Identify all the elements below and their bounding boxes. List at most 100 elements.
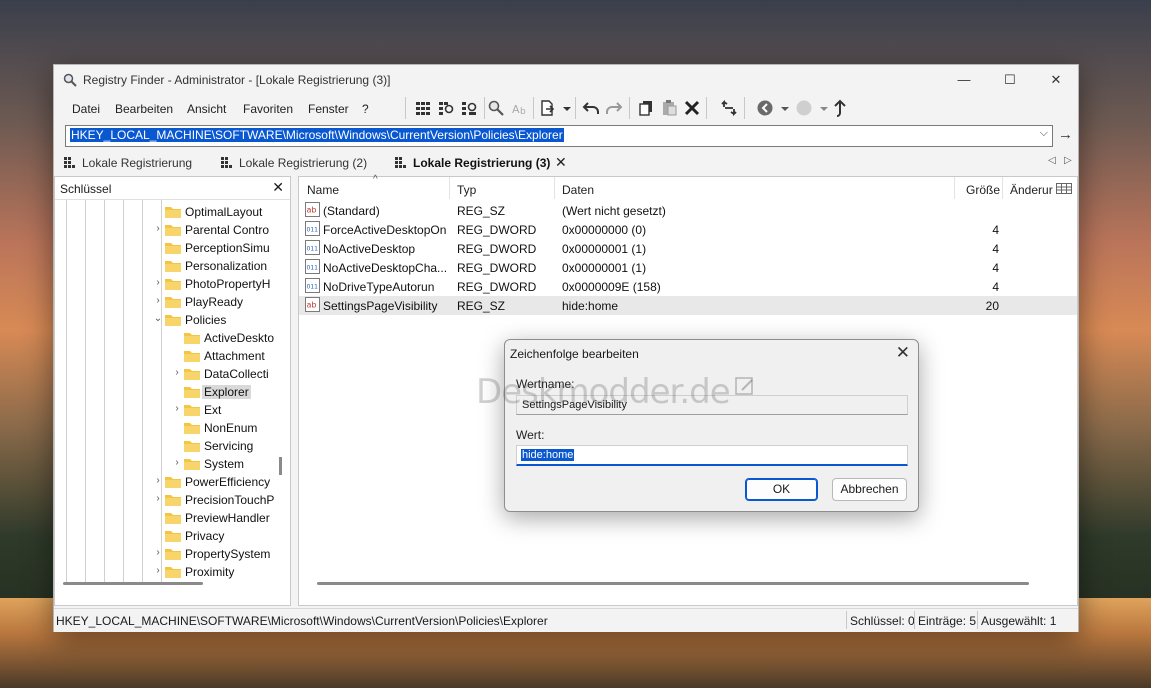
tab-scroll-right-icon[interactable]: ▷ xyxy=(1064,155,1072,166)
tree-node[interactable]: Personalization xyxy=(153,257,284,275)
table-row[interactable]: ab (Standard) REG_SZ (Wert nicht gesetzt) xyxy=(299,201,1077,220)
tab-lokale-registrierung-3[interactable]: Lokale Registrierung (3) xyxy=(395,151,575,174)
registry-path-text[interactable]: HKEY_LOCAL_MACHINE\SOFTWARE\Microsoft\Wi… xyxy=(70,128,564,142)
value-data-label: Wert: xyxy=(516,428,545,442)
tree-node[interactable]: › DataCollecti xyxy=(172,365,284,383)
tree-node[interactable]: ⌄ Policies xyxy=(153,311,284,329)
refresh-icon[interactable] xyxy=(720,99,738,117)
tree-node[interactable]: ActiveDeskto xyxy=(172,329,284,347)
tree-expander-icon[interactable]: › xyxy=(153,547,163,558)
menu-favoriten[interactable]: Favoriten xyxy=(243,102,293,116)
tree-expander-icon[interactable]: › xyxy=(153,565,163,576)
tab-scroll-left-icon[interactable]: ◁ xyxy=(1048,155,1056,166)
tree-expander-icon[interactable]: › xyxy=(153,277,163,288)
tab-label: Lokale Registrierung (2) xyxy=(239,156,368,170)
menu-help[interactable]: ? xyxy=(362,102,369,116)
table-row[interactable]: 011 NoActiveDesktopCha... REG_DWORD 0x00000… xyxy=(299,258,1077,277)
tab-lokale-registrierung-2[interactable]: Lokale Registrierung (2) xyxy=(221,151,381,174)
table-row[interactable]: 011 NoDriveTypeAutorun REG_DWORD 0x0000009E… xyxy=(299,277,1077,296)
redo-icon[interactable] xyxy=(605,99,623,117)
tree-node[interactable]: Privacy xyxy=(153,527,284,545)
tree-node[interactable]: NonEnum xyxy=(172,419,284,437)
menu-datei[interactable]: Datei xyxy=(72,102,100,116)
forward-icon[interactable] xyxy=(795,99,813,117)
menu-bearbeiten[interactable]: Bearbeiten xyxy=(115,102,173,116)
tree-node[interactable]: › PhotoPropertyH xyxy=(153,275,284,293)
regex-icon[interactable]: Ab xyxy=(510,99,528,117)
back-icon[interactable] xyxy=(756,99,774,117)
copy-icon[interactable] xyxy=(637,99,655,117)
value-data-input[interactable]: hide:home xyxy=(516,445,908,466)
tree-expander-icon[interactable]: › xyxy=(153,493,163,504)
tree-node[interactable]: › PlayReady xyxy=(153,293,284,311)
chevron-down-icon[interactable] xyxy=(558,99,571,117)
tree-node[interactable]: › PropertySystem xyxy=(153,545,284,563)
column-header-modified[interactable]: Änderur xyxy=(1002,177,1054,199)
status-separator xyxy=(846,611,847,629)
tree-expander-icon[interactable]: › xyxy=(153,475,163,486)
menu-fenster[interactable]: Fenster xyxy=(308,102,349,116)
table-row[interactable]: 011 ForceActiveDesktopOn REG_DWORD 0x000000… xyxy=(299,220,1077,239)
tree-node[interactable]: › PrecisionTouchP xyxy=(153,491,284,509)
tree-expander-icon[interactable]: ⌄ xyxy=(153,313,163,324)
column-header-data[interactable]: Daten xyxy=(554,177,954,199)
tree-node[interactable]: OptimalLayout xyxy=(153,203,284,221)
tree-expander-icon[interactable]: › xyxy=(153,223,163,234)
maximize-button[interactable]: ☐ xyxy=(987,65,1033,95)
menu-ansicht[interactable]: Ansicht xyxy=(187,102,226,116)
tree-node[interactable]: Explorer xyxy=(172,383,284,401)
cell-name: (Standard) xyxy=(323,204,380,218)
folder-icon xyxy=(184,423,200,434)
tree-node-label: Privacy xyxy=(185,529,225,543)
horizontal-scrollbar[interactable] xyxy=(63,582,203,585)
tree-node[interactable]: › Ext xyxy=(172,401,284,419)
cell-data: 0x00000001 (1) xyxy=(562,242,647,256)
registry-path-input[interactable]: HKEY_LOCAL_MACHINE\SOFTWARE\Microsoft\Wi… xyxy=(65,125,1053,147)
table-row[interactable]: 011 NoActiveDesktop REG_DWORD 0x00000001 (1… xyxy=(299,239,1077,258)
tree-node[interactable]: Attachment xyxy=(172,347,284,365)
folder-icon xyxy=(165,531,181,542)
horizontal-scrollbar[interactable] xyxy=(317,582,1029,585)
table-row[interactable]: ab SettingsPageVisibility REG_SZ hide:home 2… xyxy=(299,296,1077,315)
go-arrow-icon[interactable]: → xyxy=(1058,126,1073,143)
ok-button[interactable]: OK xyxy=(745,478,818,501)
find-replace-icon[interactable] xyxy=(460,99,478,117)
column-header-type[interactable]: Typ xyxy=(449,177,554,199)
up-icon[interactable] xyxy=(830,99,848,117)
tree-node[interactable]: PerceptionSimu xyxy=(153,239,284,257)
cell-size: 20 xyxy=(985,299,999,313)
tree-expander-icon[interactable]: › xyxy=(153,295,163,306)
dialog-close-button[interactable]: ✕ xyxy=(896,343,910,363)
chevron-down-icon[interactable]: ⌵ xyxy=(1040,127,1048,140)
close-pane-button[interactable]: ✕ xyxy=(272,179,284,196)
tree-node[interactable]: Servicing xyxy=(172,437,284,455)
tree-node[interactable]: › Parental Contro xyxy=(153,221,284,239)
magnifier-icon[interactable] xyxy=(487,99,505,117)
tree-expander-icon[interactable]: › xyxy=(172,457,182,468)
tree-node[interactable]: › Proximity xyxy=(153,563,284,581)
column-header-size[interactable]: Größe xyxy=(954,177,1002,199)
folder-icon xyxy=(165,549,181,560)
tree-node-label: Proximity xyxy=(185,565,235,579)
tree-expander-icon[interactable]: › xyxy=(172,367,182,378)
find-icon[interactable] xyxy=(437,99,455,117)
tab-close-button[interactable]: ✕ xyxy=(555,154,567,171)
minimize-button[interactable]: — xyxy=(941,65,987,95)
cancel-button[interactable]: Abbrechen xyxy=(832,478,907,501)
undo-icon[interactable] xyxy=(582,99,600,117)
column-chooser-icon[interactable] xyxy=(1056,183,1072,194)
chevron-down-icon[interactable] xyxy=(776,99,789,117)
grid-view-icon[interactable] xyxy=(414,99,432,117)
delete-icon[interactable] xyxy=(683,99,701,117)
export-icon[interactable] xyxy=(538,99,556,117)
tree-node[interactable]: › PowerEfficiency xyxy=(153,473,284,491)
tree-node[interactable]: › System xyxy=(172,455,284,473)
paste-icon[interactable] xyxy=(660,99,678,117)
chevron-down-icon[interactable] xyxy=(815,99,828,117)
cell-size: 4 xyxy=(992,242,999,256)
tab-lokale-registrierung[interactable]: Lokale Registrierung xyxy=(64,151,204,174)
vertical-scrollbar[interactable] xyxy=(279,457,282,475)
close-window-button[interactable]: ✕ xyxy=(1033,65,1079,95)
tree-node[interactable]: PreviewHandler xyxy=(153,509,284,527)
tree-expander-icon[interactable]: › xyxy=(172,403,182,414)
